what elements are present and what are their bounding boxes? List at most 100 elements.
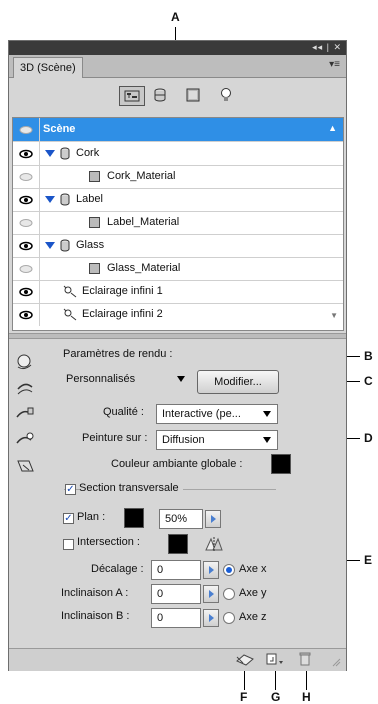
mesh-icon	[60, 239, 70, 255]
visibility-toggle[interactable]	[13, 118, 40, 141]
callout-f: F	[240, 690, 248, 704]
panel-window-buttons[interactable]: ◂◂ | ✕	[312, 42, 342, 53]
list-item-label: Eclairage infini 2	[82, 308, 163, 320]
plane-opacity-field[interactable]: 50%	[159, 509, 203, 529]
intersection-color-swatch[interactable]	[168, 534, 188, 554]
list-item[interactable]: Label	[13, 188, 343, 212]
expand-triangle-icon[interactable]	[45, 196, 55, 203]
callout-g: G	[271, 690, 281, 704]
eye-icon[interactable]	[13, 280, 40, 303]
list-item-label: Glass_Material	[107, 262, 181, 274]
modify-button[interactable]: Modifier...	[197, 370, 279, 394]
plane-color-swatch[interactable]	[124, 508, 144, 528]
material-filter-icon[interactable]	[184, 87, 202, 103]
mesh-icon	[60, 193, 70, 209]
roll-object-icon[interactable]	[13, 377, 37, 399]
list-item-label: Cork_Material	[107, 170, 176, 182]
tilt-b-label: Inclinaison B :	[61, 610, 130, 622]
flip-section-icon[interactable]	[203, 535, 223, 556]
filter-icon-row	[9, 77, 346, 117]
drag-object-icon[interactable]	[13, 403, 37, 425]
axis-y-radio[interactable]	[223, 588, 235, 600]
delete-trash-icon[interactable]	[298, 651, 312, 669]
callout-d: D	[364, 431, 373, 445]
render-settings-label: Paramètres de rendu :	[63, 348, 173, 360]
tilt-b-field[interactable]: 0	[151, 608, 201, 628]
tilt-b-value: 0	[157, 612, 164, 624]
expand-triangle-icon[interactable]	[45, 242, 55, 249]
scene-tree-list: Scène ▲ Cork Cork_Material Label Label_M…	[12, 117, 344, 331]
list-item[interactable]: Glass_Material	[13, 257, 343, 281]
panel-titlebar: ◂◂ | ✕	[9, 41, 346, 55]
light-icon	[63, 308, 77, 324]
eye-icon[interactable]	[13, 303, 40, 326]
tilt-a-slider-arrow[interactable]	[203, 585, 219, 603]
tilt-a-value: 0	[157, 588, 164, 600]
axis-x-radio[interactable]	[223, 564, 235, 576]
list-item[interactable]: Eclairage infini 2 ▼	[13, 303, 343, 326]
callout-b: B	[364, 349, 373, 363]
quality-value: Interactive (pe...	[162, 408, 241, 420]
callout-h: H	[302, 690, 311, 704]
axis-z-radio[interactable]	[223, 612, 235, 624]
rotate-object-icon[interactable]	[13, 351, 37, 373]
light-filter-icon[interactable]	[217, 87, 235, 103]
plane-checkbox[interactable]: ✓	[63, 513, 74, 524]
render-preset-dropdown[interactable]: Personnalisés	[61, 370, 191, 390]
plane-opacity-value: 50%	[165, 513, 188, 525]
eye-icon[interactable]	[13, 234, 40, 257]
light-icon	[63, 285, 77, 301]
axis-y-label: Axe y	[239, 587, 267, 599]
list-item-label: Glass	[76, 239, 105, 251]
list-item-label: Label_Material	[107, 216, 180, 228]
cross-section-checkbox[interactable]: ✓	[65, 484, 76, 495]
visibility-toggle[interactable]	[13, 211, 40, 234]
material-icon	[89, 263, 100, 277]
tab-3d-scene[interactable]: 3D (Scène)	[13, 57, 83, 78]
opacity-slider-arrow[interactable]	[205, 510, 221, 528]
quality-dropdown[interactable]: Interactive (pe...	[156, 404, 278, 424]
cross-section-label: Section transversale	[79, 482, 183, 494]
panel-resize-divider[interactable]	[9, 333, 346, 339]
list-item[interactable]: Cork	[13, 142, 343, 166]
paint-on-value: Diffusion	[162, 434, 205, 446]
list-item[interactable]: Label_Material	[13, 211, 343, 235]
list-item[interactable]: Cork_Material	[13, 165, 343, 189]
visibility-toggle[interactable]	[13, 165, 40, 188]
offset-value: 0	[157, 564, 164, 576]
dropdown-arrow-icon	[263, 437, 271, 443]
offset-slider-arrow[interactable]	[203, 561, 219, 579]
mesh-filter-icon[interactable]	[151, 87, 169, 103]
list-item[interactable]: Glass	[13, 234, 343, 258]
expand-triangle-icon[interactable]	[45, 150, 55, 157]
offset-field[interactable]: 0	[151, 560, 201, 580]
callout-a-line	[175, 27, 176, 40]
list-item-label: Scène	[43, 123, 76, 135]
scale-object-icon[interactable]	[13, 455, 37, 477]
scene-filter-icon[interactable]	[119, 86, 145, 106]
scroll-down-icon[interactable]: ▼	[330, 311, 338, 320]
tilt-a-field[interactable]: 0	[151, 584, 201, 604]
paint-on-dropdown[interactable]: Diffusion	[156, 430, 278, 450]
new-light-icon[interactable]	[266, 652, 284, 669]
list-item[interactable]: Eclairage infini 1	[13, 280, 343, 304]
scroll-up-icon[interactable]: ▲	[328, 123, 337, 133]
paint-on-label: Peinture sur :	[82, 432, 148, 444]
resize-grip-icon[interactable]	[331, 657, 341, 670]
visibility-toggle[interactable]	[13, 257, 40, 280]
axis-z-label: Axe z	[239, 611, 267, 623]
axis-x-label: Axe x	[239, 563, 267, 575]
panel-menu-icon[interactable]: ▾≡	[329, 59, 340, 70]
toggle-extras-icon[interactable]	[235, 652, 255, 669]
intersection-checkbox[interactable]	[63, 539, 74, 550]
dropdown-arrow-icon	[177, 376, 185, 382]
list-item[interactable]: Scène ▲	[13, 118, 343, 142]
material-icon	[89, 217, 100, 231]
tilt-b-slider-arrow[interactable]	[203, 609, 219, 627]
callout-a: A	[171, 10, 180, 24]
eye-icon[interactable]	[13, 142, 40, 165]
eye-icon[interactable]	[13, 188, 40, 211]
slide-object-icon[interactable]	[13, 429, 37, 451]
ambient-color-swatch[interactable]	[271, 454, 291, 474]
callout-g-line	[275, 668, 276, 690]
